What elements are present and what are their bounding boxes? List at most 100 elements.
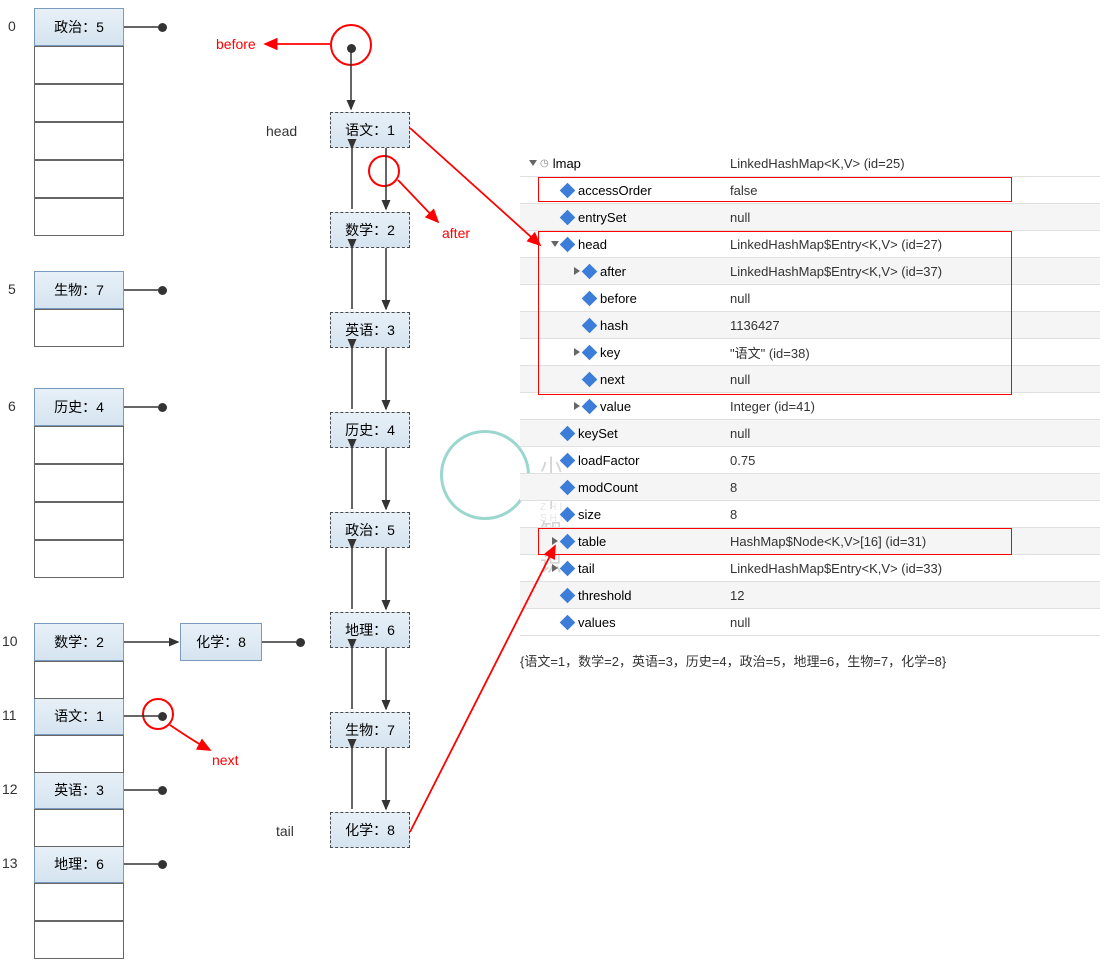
index-label: 5: [8, 281, 16, 297]
dbg-row[interactable]: value Integer (id=41): [520, 393, 1100, 420]
var-value: 0.75: [730, 453, 1100, 468]
slot-text: 地理：6: [54, 854, 104, 874]
node-text: 政治：5: [345, 520, 395, 540]
var-value: null: [730, 210, 1100, 225]
field-icon: [560, 479, 576, 495]
list-node: 语文：1: [330, 112, 410, 148]
slot-text: 政治：5: [54, 17, 104, 37]
red-circle-annotation: [142, 698, 174, 730]
slot-text: 英语：3: [54, 780, 104, 800]
next-annotation: next: [212, 752, 238, 768]
hash-slot-5: 生物：7: [34, 271, 124, 309]
hash-slot-empty: [34, 122, 124, 160]
var-name: tail: [578, 561, 595, 576]
head-label: head: [266, 123, 297, 139]
var-name: threshold: [578, 588, 631, 603]
field-icon: [560, 425, 576, 441]
chain-node: 化学：8: [180, 623, 262, 661]
dbg-row[interactable]: modCount 8: [520, 474, 1100, 501]
index-label: 0: [8, 18, 16, 34]
hash-slot-6: 历史：4: [34, 388, 124, 426]
var-name: size: [578, 507, 601, 522]
slot-text: 数学：2: [54, 632, 104, 652]
expand-icon[interactable]: [552, 564, 558, 572]
var-value: LinkedHashMap$Entry<K,V> (id=33): [730, 561, 1100, 576]
dbg-row[interactable]: threshold 12: [520, 582, 1100, 609]
field-icon: [560, 209, 576, 225]
before-annotation: before: [216, 36, 256, 52]
hash-slot-11: 语文：1: [34, 697, 124, 735]
var-value: 8: [730, 507, 1100, 522]
index-label: 6: [8, 398, 16, 414]
null-dot: [158, 403, 167, 412]
dbg-row[interactable]: keySetnull: [520, 420, 1100, 447]
index-label: 13: [2, 855, 18, 871]
list-node: 政治：5: [330, 512, 410, 548]
dbg-row[interactable]: tail LinkedHashMap$Entry<K,V> (id=33): [520, 555, 1100, 582]
hash-slot-empty: [34, 198, 124, 236]
node-text: 语文：1: [345, 120, 395, 140]
list-node: 地理：6: [330, 612, 410, 648]
hash-slot-empty: [34, 809, 124, 847]
null-dot: [158, 286, 167, 295]
field-icon: [560, 560, 576, 576]
dbg-row-root[interactable]: ◷lmap LinkedHashMap<K,V> (id=25): [520, 150, 1100, 177]
var-value: null: [730, 426, 1100, 441]
slot-text: 语文：1: [54, 706, 104, 726]
dbg-row[interactable]: valuesnull: [520, 609, 1100, 636]
null-dot: [158, 860, 167, 869]
dbg-row[interactable]: loadFactor 0.75: [520, 447, 1100, 474]
hash-slot-13: 地理：6: [34, 845, 124, 883]
dbg-row[interactable]: entrySetnull: [520, 204, 1100, 231]
null-dot: [158, 23, 167, 32]
slot-text: 历史：4: [54, 397, 104, 417]
dbg-row[interactable]: size 8: [520, 501, 1100, 528]
expand-icon[interactable]: [529, 160, 537, 166]
var-value: LinkedHashMap<K,V> (id=25): [730, 156, 1100, 171]
var-name: modCount: [578, 480, 638, 495]
map-tostring: {语文=1，数学=2，英语=3，历史=4，政治=5，地理=6，生物=7，化学=8…: [520, 651, 946, 670]
field-icon: [560, 452, 576, 468]
highlight-box: [538, 528, 1012, 555]
hash-slot-empty: [34, 464, 124, 502]
highlight-box: [538, 177, 1012, 202]
slot-text: 化学：8: [196, 632, 246, 652]
hash-slot-empty: [34, 502, 124, 540]
list-node: 数学：2: [330, 212, 410, 248]
hash-slot-empty: [34, 883, 124, 921]
hash-slot-empty: [34, 160, 124, 198]
node-text: 生物：7: [345, 720, 395, 740]
index-label: 12: [2, 781, 18, 797]
hash-slot-empty: [34, 84, 124, 122]
null-dot: [296, 638, 305, 647]
hash-slot-empty: [34, 540, 124, 578]
slot-text: 生物：7: [54, 280, 104, 300]
hash-slot-empty: [34, 735, 124, 773]
hash-slot-empty: [34, 426, 124, 464]
field-icon: [560, 614, 576, 630]
node-text: 数学：2: [345, 220, 395, 240]
var-name: value: [600, 399, 631, 414]
hash-slot-empty: [34, 46, 124, 84]
hash-slot-0: 政治：5: [34, 8, 124, 46]
expand-icon[interactable]: [574, 402, 580, 410]
var-name: loadFactor: [578, 453, 639, 468]
red-circle-annotation: [330, 24, 372, 66]
hash-slot-empty: [34, 661, 124, 699]
red-circle-annotation: [368, 155, 400, 187]
var-value: 8: [730, 480, 1100, 495]
field-icon: [560, 506, 576, 522]
list-node: 生物：7: [330, 712, 410, 748]
var-value: 12: [730, 588, 1100, 603]
null-dot: [158, 786, 167, 795]
tail-label: tail: [276, 823, 294, 839]
after-annotation: after: [442, 225, 470, 241]
node-text: 历史：4: [345, 420, 395, 440]
var-name: values: [578, 615, 616, 630]
index-label: 11: [2, 707, 17, 723]
highlight-box: [538, 231, 1012, 395]
list-node: 历史：4: [330, 412, 410, 448]
list-node: 化学：8: [330, 812, 410, 848]
field-icon: [560, 587, 576, 603]
var-value: Integer (id=41): [730, 399, 1100, 414]
